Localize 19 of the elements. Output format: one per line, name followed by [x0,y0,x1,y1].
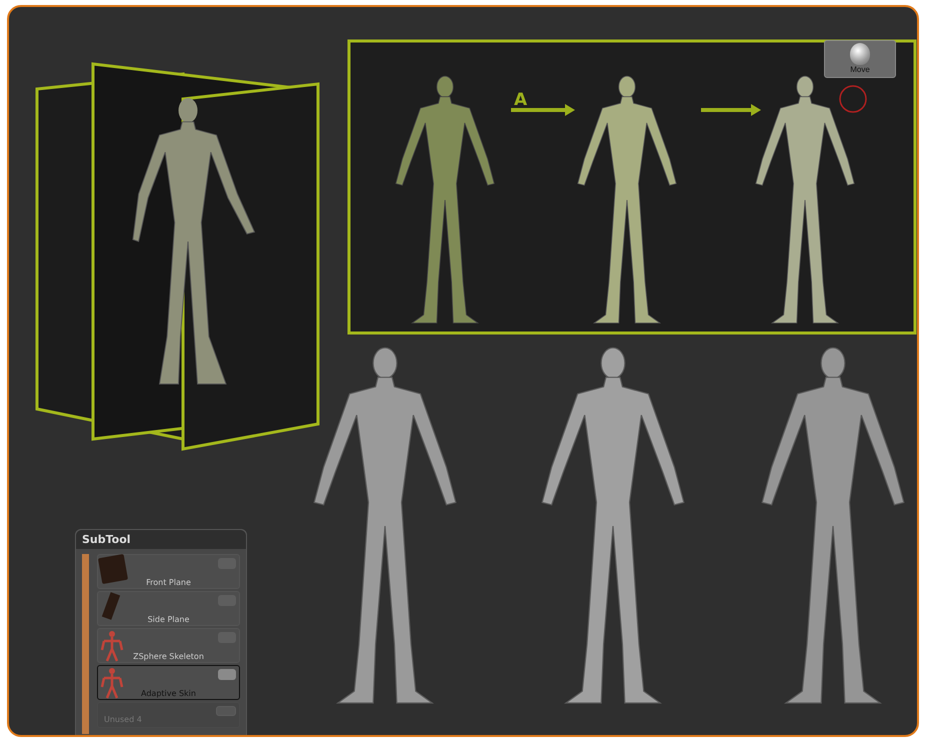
visibility-toggle-icon[interactable] [218,669,236,680]
subtool-item[interactable]: Side Plane [97,591,240,626]
step-label: A [514,90,528,110]
subtool-item[interactable]: Front Plane [97,554,240,589]
subtool-item[interactable]: ZSphere Skeleton [97,628,240,663]
move-brush-button[interactable]: Move [824,40,896,78]
subtool-label: Side Plane [146,615,190,624]
brush-cursor-icon [839,85,867,113]
list-scrollbar[interactable] [82,554,89,734]
arrow-icon [511,104,575,116]
panel-title: SubTool [76,530,246,549]
skeleton-thumbnail-icon [100,630,124,662]
skeleton-thumbnail-icon [100,667,124,699]
plane-thumbnail-icon [98,554,128,584]
subtool-label: ZSphere Skeleton [132,652,205,661]
subtool-label: Adaptive Skin [140,689,197,698]
brush-icon [850,43,870,65]
subtool-label: Front Plane [145,578,192,587]
arrow-icon [701,104,761,116]
